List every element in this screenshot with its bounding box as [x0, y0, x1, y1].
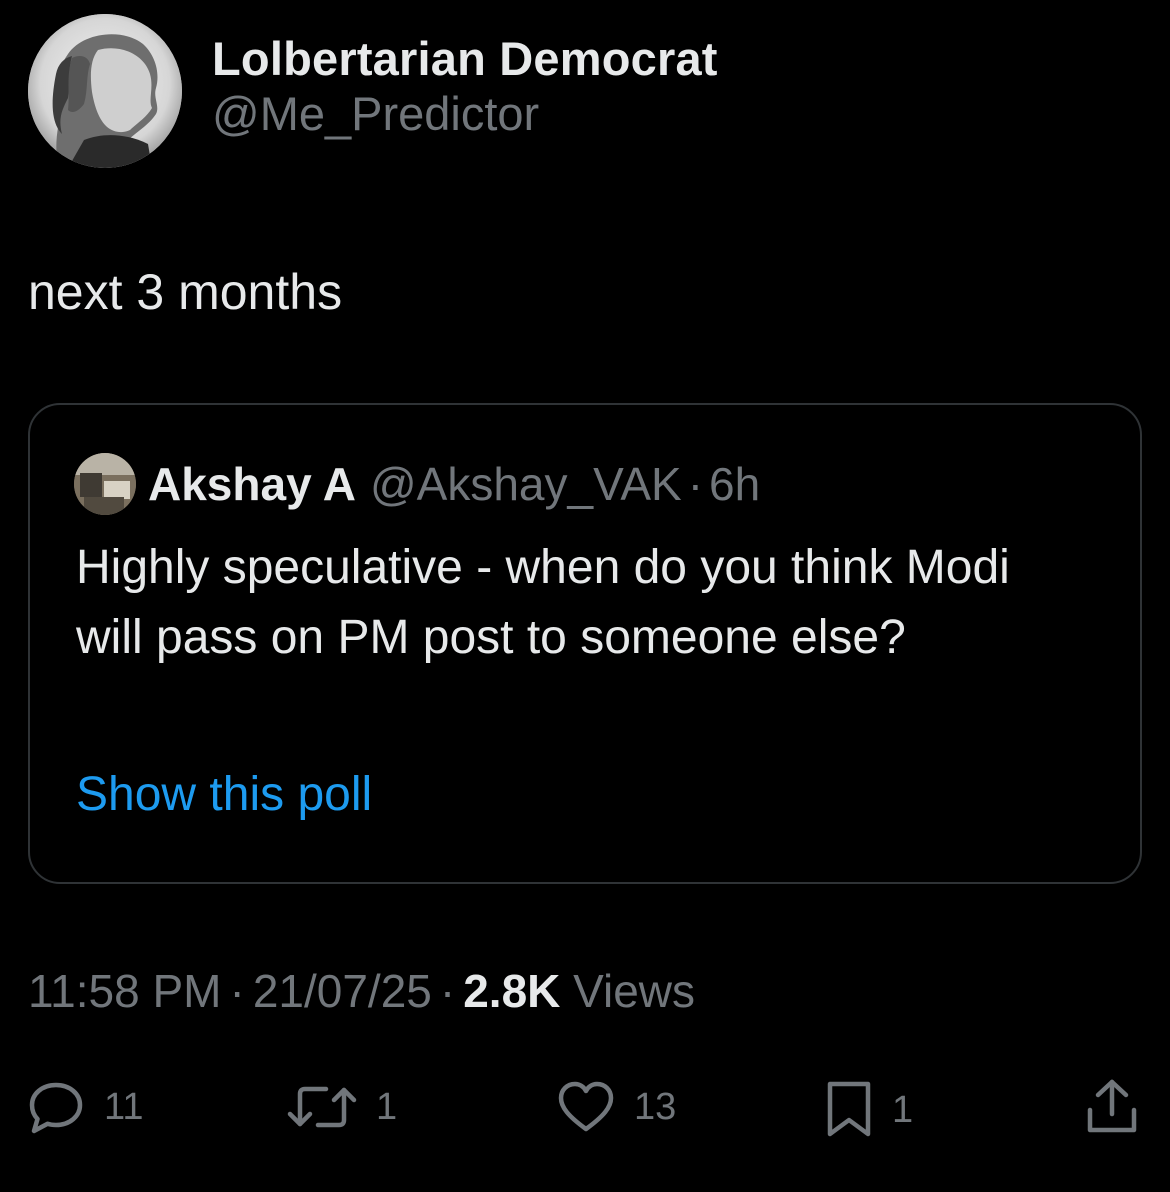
- quoted-separator: ·: [687, 458, 704, 510]
- tweet-time[interactable]: 11:58 PM: [28, 965, 221, 1017]
- action-bar: 11 1 13 1: [0, 1072, 1170, 1142]
- quoted-tweet-header: Akshay A @Akshay_VAK · 6h: [74, 453, 760, 515]
- quoted-author-avatar: [74, 453, 136, 515]
- quoted-timestamp: 6h: [709, 458, 761, 510]
- tweet-page: Lolbertarian Democrat @Me_Predictor next…: [0, 0, 1170, 1192]
- tweet-date[interactable]: 21/07/25: [253, 965, 432, 1017]
- retweet-button[interactable]: 1: [286, 1080, 397, 1134]
- bookmark-button[interactable]: 1: [824, 1080, 913, 1140]
- bookmark-icon: [824, 1080, 874, 1140]
- bookmark-count: 1: [892, 1088, 914, 1131]
- author-display-name[interactable]: Lolbertarian Democrat: [212, 32, 718, 86]
- like-count: 13: [634, 1085, 677, 1128]
- author-names: Lolbertarian Democrat @Me_Predictor: [212, 32, 718, 142]
- meta-separator: ·: [439, 965, 456, 1017]
- author-avatar[interactable]: [28, 14, 182, 168]
- reply-count: 11: [104, 1085, 144, 1128]
- like-button[interactable]: 13: [556, 1080, 676, 1134]
- meta-separator: ·: [229, 965, 245, 1017]
- tweet-text: next 3 months: [28, 264, 343, 320]
- tweet-meta: 11:58 PM · 21/07/25 · 2.8K Views: [28, 964, 695, 1018]
- retweet-count: 1: [376, 1085, 398, 1128]
- reply-button[interactable]: 11: [26, 1080, 143, 1134]
- quoted-author-handle: @Akshay_VAK: [369, 458, 682, 510]
- like-icon: [556, 1080, 616, 1134]
- quoted-author-name: Akshay A: [148, 458, 356, 510]
- retweet-icon: [286, 1080, 358, 1134]
- show-poll-link[interactable]: Show this poll: [76, 767, 372, 822]
- share-icon: [1084, 1076, 1140, 1136]
- tweet-header: Lolbertarian Democrat @Me_Predictor: [28, 14, 718, 168]
- quoted-tweet-card[interactable]: Akshay A @Akshay_VAK · 6h Highly specula…: [28, 403, 1142, 884]
- views-count: 2.8K: [463, 965, 561, 1017]
- share-button[interactable]: [1084, 1076, 1140, 1136]
- views-label: Views: [573, 965, 696, 1017]
- author-handle[interactable]: @Me_Predictor: [212, 86, 718, 142]
- reply-icon: [26, 1080, 86, 1134]
- quoted-tweet-text: Highly speculative - when do you think M…: [76, 541, 1010, 664]
